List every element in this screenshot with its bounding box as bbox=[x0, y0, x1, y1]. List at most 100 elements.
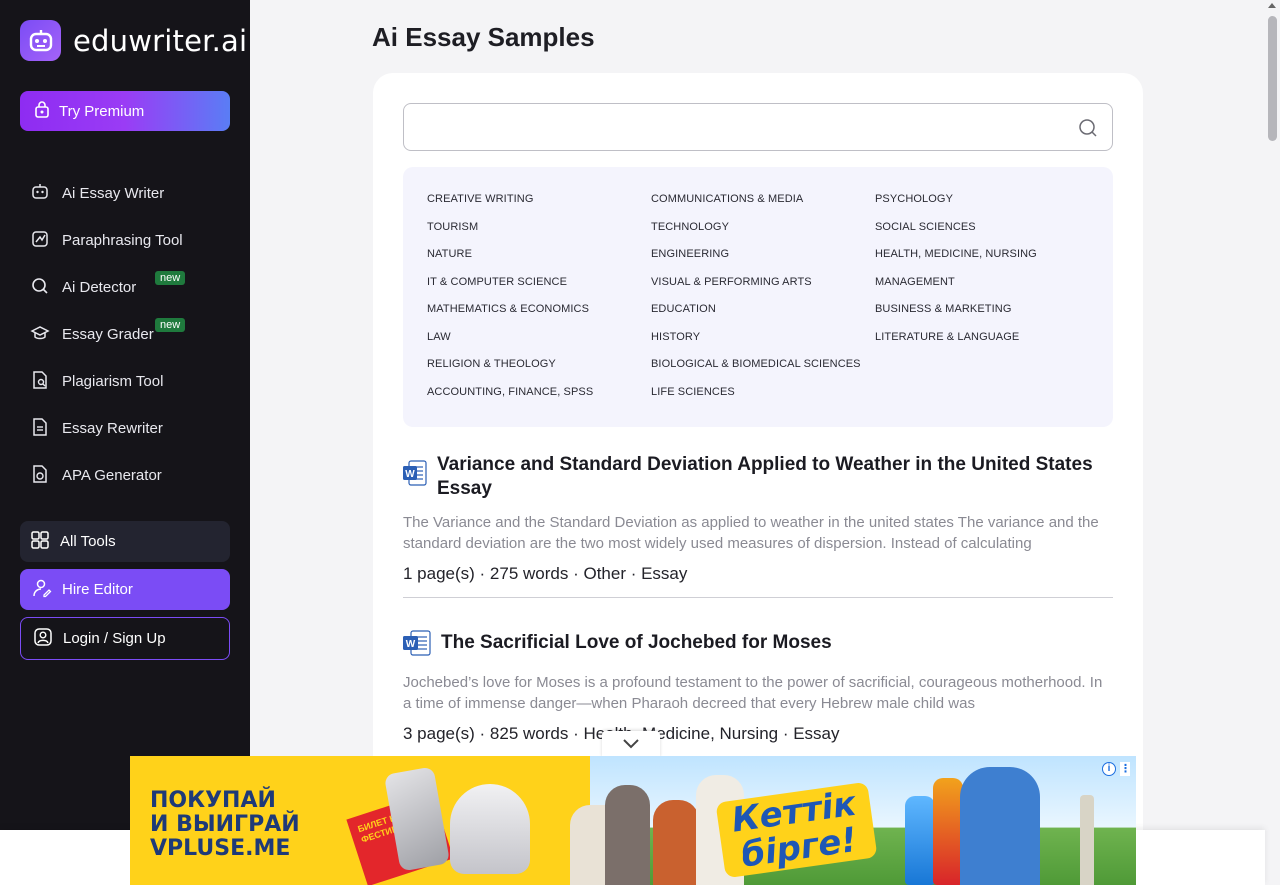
essay-item: W Variance and Standard Deviation Applie… bbox=[403, 453, 1113, 584]
ad-person bbox=[605, 785, 650, 885]
ad-collapse-button[interactable] bbox=[602, 731, 660, 758]
scrollbar-thumb[interactable] bbox=[1268, 16, 1277, 141]
category-link[interactable]: Mathematics & Economics bbox=[427, 303, 651, 331]
sidebar-item-plagiarism-tool[interactable]: Plagiarism Tool bbox=[30, 358, 230, 405]
document-icon bbox=[30, 417, 50, 441]
page-scrollbar[interactable] bbox=[1265, 0, 1280, 885]
category-link[interactable]: Education bbox=[651, 303, 875, 331]
category-link[interactable]: Business & Marketing bbox=[875, 303, 1099, 331]
try-premium-label: Try Premium bbox=[59, 102, 145, 120]
category-link[interactable]: Creative Writing bbox=[427, 193, 651, 221]
ad-juice-bottle bbox=[933, 778, 963, 885]
category-link[interactable]: Visual & Performing Arts bbox=[651, 276, 875, 304]
svg-text:W: W bbox=[406, 639, 416, 650]
category-link[interactable]: Management bbox=[875, 276, 1099, 304]
category-column: Communications & Media Technology Engine… bbox=[651, 193, 875, 413]
category-link[interactable]: Nature bbox=[427, 248, 651, 276]
hire-editor-label: Hire Editor bbox=[62, 581, 133, 598]
editor-user-icon bbox=[32, 578, 52, 602]
category-link[interactable]: Health, Medicine, Nursing bbox=[875, 248, 1099, 276]
sidebar-item-label: Ai Detector bbox=[62, 279, 137, 296]
category-link[interactable]: Literature & Language bbox=[875, 331, 1099, 359]
login-signup-button[interactable]: Login / Sign Up bbox=[20, 617, 230, 660]
ad-info-icon[interactable]: i bbox=[1102, 762, 1116, 776]
category-link[interactable]: Social Sciences bbox=[875, 221, 1099, 249]
sidebar-item-essay-grader[interactable]: Essay Grader new bbox=[30, 311, 230, 358]
ad-line-2: И ВЫИГРАЙ bbox=[150, 812, 300, 837]
brand-logo[interactable]: eduwriter.ai bbox=[20, 20, 247, 61]
category-link[interactable]: Accounting, Finance, SPSS bbox=[427, 386, 651, 414]
essay-excerpt: The Variance and the Standard Deviation … bbox=[403, 514, 1099, 552]
divider bbox=[403, 597, 1113, 598]
all-tools-button[interactable]: All Tools bbox=[20, 521, 230, 562]
search-box[interactable] bbox=[403, 103, 1113, 151]
sidebar-item-label: Ai Essay Writer bbox=[62, 185, 165, 202]
grid-icon bbox=[30, 530, 50, 554]
essay-item: W The Sacrificial Love of Jochebed for M… bbox=[403, 630, 1113, 744]
ad-water-bottle bbox=[905, 796, 935, 885]
category-link[interactable]: Engineering bbox=[651, 248, 875, 276]
sidebar-item-ai-essay-writer[interactable]: Ai Essay Writer bbox=[30, 170, 230, 217]
category-link[interactable]: Law bbox=[427, 331, 651, 359]
chevron-down-icon bbox=[623, 736, 639, 754]
essay-title-link[interactable]: The Sacrificial Love of Jochebed for Mos… bbox=[441, 631, 832, 655]
ad-banner[interactable]: ПОКУПАЙ И ВЫИГРАЙ VPLUSE.ME БИЛЕТ НА ФЕС… bbox=[130, 756, 1136, 885]
ad-menu-icon[interactable]: ⋮ bbox=[1120, 762, 1131, 776]
user-circle-icon bbox=[33, 627, 53, 651]
sidebar-item-label: Paraphrasing Tool bbox=[62, 232, 183, 249]
paraphrase-icon bbox=[30, 229, 50, 253]
category-link[interactable]: Biological & Biomedical Sciences bbox=[651, 358, 875, 386]
document-search-icon bbox=[30, 370, 50, 394]
graduation-cap-icon bbox=[30, 323, 50, 347]
category-link[interactable]: Religion & Theology bbox=[427, 358, 651, 386]
ad-headphones-image bbox=[450, 784, 530, 874]
sidebar-item-paraphrasing-tool[interactable]: Paraphrasing Tool bbox=[30, 217, 230, 264]
essay-meta: 1 page(s) · 275 words · Other · Essay bbox=[403, 564, 688, 583]
try-premium-button[interactable]: Try Premium bbox=[20, 91, 230, 131]
category-link[interactable]: Life Sciences bbox=[651, 386, 875, 414]
sidebar-item-label: Plagiarism Tool bbox=[62, 373, 164, 390]
search-input[interactable] bbox=[418, 104, 1068, 150]
category-link[interactable]: History bbox=[651, 331, 875, 359]
search-icon[interactable] bbox=[1078, 118, 1098, 143]
ad-url: VPLUSE.ME bbox=[150, 836, 291, 861]
sidebar-item-label: Essay Rewriter bbox=[62, 420, 163, 437]
category-link[interactable]: IT & Computer Science bbox=[427, 276, 651, 304]
robot-icon bbox=[30, 182, 50, 206]
new-badge: new bbox=[155, 318, 186, 332]
sidebar-item-ai-detector[interactable]: Ai Detector new bbox=[30, 264, 230, 311]
page-title: Ai Essay Samples bbox=[372, 22, 595, 52]
all-tools-label: All Tools bbox=[60, 533, 116, 550]
ad-person bbox=[653, 800, 699, 885]
sidebar-item-label: Essay Grader bbox=[62, 326, 154, 343]
ad-headline: ПОКУПАЙ И ВЫИГРАЙ VPLUSE.ME bbox=[150, 789, 300, 861]
category-column: Psychology Social Sciences Health, Medic… bbox=[875, 193, 1099, 358]
category-link[interactable]: Psychology bbox=[875, 193, 1099, 221]
essay-title-link[interactable]: Variance and Standard Deviation Applied … bbox=[437, 453, 1113, 501]
essay-meta: 3 page(s) · 825 words · Health, Medicine… bbox=[403, 724, 840, 743]
hire-editor-button[interactable]: Hire Editor bbox=[20, 569, 230, 610]
svg-text:W: W bbox=[405, 469, 415, 480]
premium-lock-icon bbox=[34, 100, 50, 122]
category-link[interactable]: Technology bbox=[651, 221, 875, 249]
search-icon bbox=[30, 276, 50, 300]
essay-excerpt: Jochebed’s love for Moses is a profound … bbox=[403, 674, 1103, 712]
sidebar-item-apa-generator[interactable]: APA Generator bbox=[30, 452, 230, 499]
new-badge: new bbox=[155, 271, 186, 285]
scroll-up-arrow-icon[interactable] bbox=[1268, 3, 1276, 8]
category-link[interactable]: Communications & Media bbox=[651, 193, 875, 221]
word-doc-icon: W bbox=[403, 460, 427, 491]
robot-logo-icon bbox=[20, 20, 61, 61]
sidebar-item-essay-rewriter[interactable]: Essay Rewriter bbox=[30, 405, 230, 452]
category-column: Creative Writing Tourism Nature IT & Com… bbox=[427, 193, 651, 413]
ad-line-1: ПОКУПАЙ bbox=[150, 788, 276, 813]
category-link[interactable]: Tourism bbox=[427, 221, 651, 249]
ad-person bbox=[960, 767, 1040, 885]
ad-tower bbox=[1080, 795, 1094, 885]
sidebar-nav: Ai Essay Writer Paraphrasing Tool Ai Det… bbox=[30, 170, 230, 499]
sidebar-item-label: APA Generator bbox=[62, 467, 162, 484]
sidebar: eduwriter.ai Try Premium Ai Essay Writer… bbox=[0, 0, 250, 830]
login-signup-label: Login / Sign Up bbox=[63, 630, 166, 647]
category-list: Creative Writing Tourism Nature IT & Com… bbox=[403, 167, 1113, 427]
file-cite-icon bbox=[30, 464, 50, 488]
